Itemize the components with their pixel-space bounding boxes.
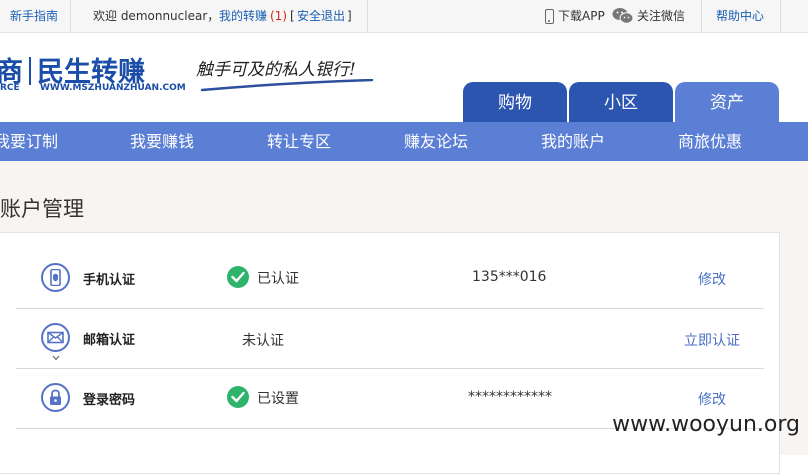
divider [70,0,71,32]
phone-icon [545,9,554,24]
row-label: 手机认证 [83,273,136,288]
bracket-close: ] [347,9,352,23]
tab-assets[interactable]: 资产 [675,82,779,122]
logo-en-left: RCE [0,83,20,93]
newbie-guide-link[interactable]: 新手指南 [10,0,58,32]
slogan: 触手可及的私人银行! [196,60,356,80]
modify-phone-link[interactable]: 修改 [698,269,726,289]
nav-item-travel[interactable]: 商旅优惠 [678,122,742,161]
lock-icon [41,383,70,412]
my-zz-link[interactable]: 我的转赚 [219,0,267,32]
status-text: 已设置 [257,391,299,407]
help-center-link[interactable]: 帮助中心 [716,0,764,32]
nav-item-forum[interactable]: 赚友论坛 [404,122,468,161]
wechat-icon [612,8,634,24]
row-label: 登录密码 [83,393,136,408]
welcome-text: 欢迎 demonnuclear， [93,9,220,23]
phone-icon [41,263,70,292]
nav-item-customize[interactable]: 我要订制 [0,122,58,161]
logo-en-main: WWW.MSZHUANZHUAN.COM [40,83,186,93]
tab-shopping[interactable]: 购物 [463,82,567,122]
logo-en: RCE WWW.MSZHUANZHUAN.COM [0,83,186,93]
list-item-email: 邮箱认证 未认证 立即认证 [16,309,764,369]
nav-item-earn[interactable]: 我要赚钱 [130,122,194,161]
bracket-open: [ [290,9,295,23]
divider [780,0,781,32]
divider [701,0,702,32]
modify-password-link[interactable]: 修改 [698,389,726,409]
nav-item-my-account[interactable]: 我的账户 [541,122,605,161]
row-label: 邮箱认证 [83,333,136,348]
chevron-down-icon [52,355,60,361]
main-nav: 我要订制 我要赚钱 转让专区 赚友论坛 我的账户 商旅优惠 [0,122,808,161]
main-content: 账户管理 手机认证 已认证 135***016 修改 邮箱认证 未认证 立即认证… [0,161,808,474]
account-panel: 手机认证 已认证 135***016 修改 邮箱认证 未认证 立即认证 登录密码… [0,232,780,474]
divider [367,0,368,32]
notification-count: (1) [270,9,287,23]
header: 商民生转赚 RCE WWW.MSZHUANZHUAN.COM 触手可及的私人银行… [0,33,808,122]
download-app-label: 下载APP [558,9,605,23]
nav-item-transfer[interactable]: 转让专区 [267,122,331,161]
check-icon [227,386,249,408]
list-item-phone: 手机认证 已认证 135***016 修改 [16,249,764,309]
page-title: 账户管理 [0,197,84,221]
download-app-link[interactable]: 下载APP [545,0,605,32]
logout-link[interactable]: 安全退出 [297,0,345,32]
top-bar: 新手指南 欢迎 demonnuclear， 我的转赚 (1) [ 安全退出 ] … [0,0,808,33]
mail-icon [41,323,70,352]
status-text: 未认证 [242,333,284,349]
watermark: www.wooyun.org [612,412,800,437]
tab-community[interactable]: 小区 [569,82,673,122]
check-icon [227,266,249,288]
follow-wechat-link[interactable]: 关注微信 [612,0,685,32]
status-text: 已认证 [257,271,299,287]
logo-divider [29,57,31,85]
verify-email-link[interactable]: 立即认证 [684,330,740,350]
slogan-swoosh [200,79,374,92]
phone-value: 135***016 [472,269,547,285]
follow-wechat-label: 关注微信 [637,9,686,23]
password-value: ************ [468,389,552,405]
